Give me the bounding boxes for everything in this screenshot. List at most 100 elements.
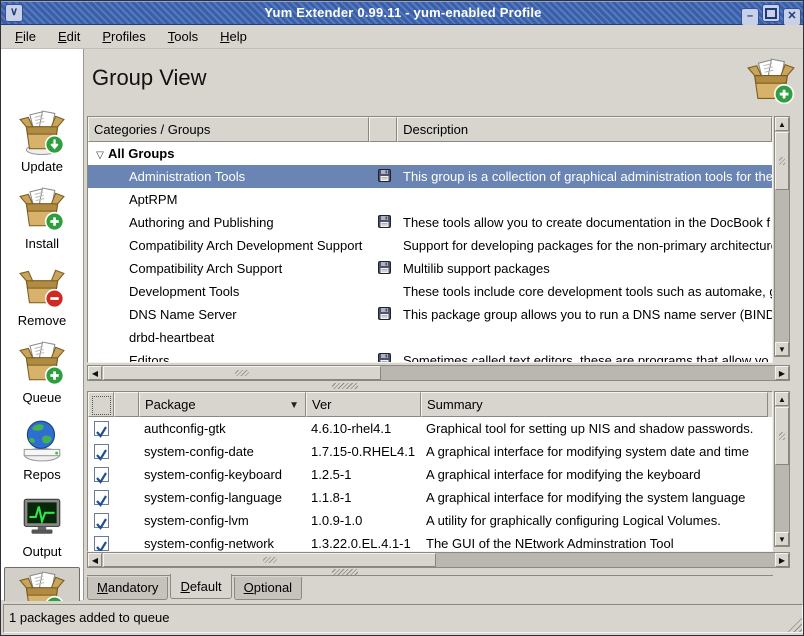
minimize-button[interactable]: – xyxy=(741,8,759,26)
group-tree-body: ▽All GroupsAdministration Tools This gro… xyxy=(88,142,772,362)
column-header-icon[interactable] xyxy=(369,117,397,142)
menu-edit[interactable]: Edit xyxy=(58,25,80,44)
group-label: AptRPM xyxy=(129,192,177,207)
sidebar-item-repos[interactable]: Repos xyxy=(4,415,80,491)
package-checkbox[interactable] xyxy=(94,421,109,436)
group-description xyxy=(398,326,772,349)
package-row[interactable]: authconfig-gtk4.6.10-rhel4.1Graphical to… xyxy=(88,417,772,440)
window-title: Yum Extender 0.99.11 - yum-enabled Profi… xyxy=(1,5,804,20)
group-label: drbd-heartbeat xyxy=(129,330,214,345)
vscroll-thumb[interactable] xyxy=(775,407,789,465)
close-button[interactable]: ✕ xyxy=(783,8,801,26)
hscroll-thumb[interactable] xyxy=(103,366,381,380)
group-row[interactable]: AptRPM xyxy=(88,188,772,211)
group-row[interactable]: drbd-heartbeat xyxy=(88,326,772,349)
sort-desc-icon: ▼ xyxy=(289,400,299,411)
package-checkbox[interactable] xyxy=(94,536,109,551)
scroll-left-icon[interactable]: ◀ xyxy=(88,366,102,380)
group-row[interactable]: Editors Sometimes called text editors, t… xyxy=(88,349,772,362)
column-header-ver[interactable]: Ver xyxy=(306,392,421,417)
menu-tools[interactable]: Tools xyxy=(168,25,198,44)
scroll-down-icon[interactable]: ▼ xyxy=(775,342,789,356)
package-row[interactable]: system-config-date1.7.15-0.RHEL4.1A grap… xyxy=(88,440,772,463)
package-summary: A graphical interface for modifying the … xyxy=(421,463,766,486)
group-description: These tools include core development too… xyxy=(398,280,772,303)
group-row[interactable]: Compatibility Arch Support Multilib supp… xyxy=(88,257,772,280)
package-checkbox[interactable] xyxy=(94,490,109,505)
package-table-header: Package▼ Ver Summary xyxy=(88,392,772,417)
menu-profiles[interactable]: Profiles xyxy=(102,25,145,44)
sidebar-item-update[interactable]: Update xyxy=(4,107,80,183)
queue-icon xyxy=(19,374,65,389)
scroll-down-icon[interactable]: ▼ xyxy=(775,532,789,546)
package-row[interactable]: system-config-language1.1.8-1A graphical… xyxy=(88,486,772,509)
column-header-categories[interactable]: Categories / Groups xyxy=(88,117,369,142)
package-version: 1.2.5-1 xyxy=(306,463,421,486)
floppy-disk-icon xyxy=(378,304,391,326)
package-name: system-config-language xyxy=(139,486,306,509)
package-name: system-config-keyboard xyxy=(139,463,306,486)
group-row[interactable]: Administration Tools This group is a col… xyxy=(88,165,772,188)
groups-icon xyxy=(747,57,795,108)
group-description: Multilib support packages xyxy=(398,257,772,280)
group-row[interactable]: Compatibility Arch Development SupportSu… xyxy=(88,234,772,257)
column-header-summary[interactable]: Summary xyxy=(421,392,768,417)
sidebar-item-label: Repos xyxy=(4,467,80,482)
package-version: 4.6.10-rhel4.1 xyxy=(306,417,421,440)
hscroll-thumb[interactable] xyxy=(103,553,436,567)
scroll-right-icon[interactable]: ▶ xyxy=(775,366,789,380)
tab-mandatory[interactable]: Mandatory xyxy=(87,577,168,600)
sidebar: Update Install Remove Queue Repos Output xyxy=(1,49,84,600)
scroll-up-icon[interactable]: ▲ xyxy=(775,117,789,131)
group-row[interactable]: Development Tools These tools include cor… xyxy=(88,280,772,303)
column-header-description[interactable]: Description xyxy=(397,117,772,142)
update-icon xyxy=(19,143,65,158)
group-label: Development Tools xyxy=(129,284,239,299)
group-tree-vscrollbar[interactable]: ▲ ▼ xyxy=(774,116,790,357)
package-row[interactable]: system-config-lvm1.0.9-1.0A utility for … xyxy=(88,509,772,532)
scroll-left-icon[interactable]: ◀ xyxy=(88,553,102,567)
package-summary: A utility for graphically configuring Lo… xyxy=(421,509,766,532)
repos-icon xyxy=(19,451,65,466)
sidebar-item-install[interactable]: Install xyxy=(4,184,80,260)
menu-help[interactable]: Help xyxy=(220,25,247,44)
column-header-spacer[interactable] xyxy=(114,392,139,417)
package-vscrollbar[interactable]: ▲ ▼ xyxy=(774,391,790,547)
sidebar-item-output[interactable]: Output xyxy=(4,492,80,568)
package-name: system-config-network xyxy=(139,532,306,551)
sidebar-item-label: Install xyxy=(4,236,80,251)
paned-resize-handle[interactable] xyxy=(332,383,358,389)
scroll-up-icon[interactable]: ▲ xyxy=(775,392,789,406)
package-row[interactable]: system-config-keyboard1.2.5-1A graphical… xyxy=(88,463,772,486)
output-icon xyxy=(19,528,65,543)
group-description xyxy=(398,142,772,165)
group-row[interactable]: DNS Name Server This package group allow… xyxy=(88,303,772,326)
group-row[interactable]: ▽All Groups xyxy=(88,142,772,165)
group-description: Sometimes called text editors, these are… xyxy=(398,349,772,362)
group-description: This group is a collection of graphical … xyxy=(398,165,772,188)
menu-file[interactable]: File xyxy=(15,25,36,44)
main-content: Group View Categories / Groups Descripti… xyxy=(85,49,804,600)
sidebar-item-queue[interactable]: Queue xyxy=(4,338,80,414)
expander-open-icon[interactable]: ▽ xyxy=(92,144,108,165)
package-version: 1.3.22.0.EL.4.1-1 xyxy=(306,532,421,551)
maximize-button[interactable] xyxy=(762,4,780,22)
vscroll-thumb[interactable] xyxy=(775,132,789,190)
package-hscrollbar[interactable]: ◀ ▶ xyxy=(87,552,790,568)
package-checkbox[interactable] xyxy=(94,513,109,528)
group-row[interactable]: Authoring and Publishing These tools all… xyxy=(88,211,772,234)
group-tree-hscrollbar[interactable]: ◀ ▶ xyxy=(87,365,790,381)
titlebar[interactable]: ∨ Yum Extender 0.99.11 - yum-enabled Pro… xyxy=(1,1,804,25)
package-checkbox[interactable] xyxy=(94,444,109,459)
package-row[interactable]: system-config-network1.3.22.0.EL.4.1-1Th… xyxy=(88,532,772,551)
package-checkbox[interactable] xyxy=(94,467,109,482)
sidebar-item-remove[interactable]: Remove xyxy=(4,261,80,337)
column-header-checkbox[interactable] xyxy=(88,392,114,417)
tab-optional[interactable]: Optional xyxy=(234,577,302,600)
remove-icon xyxy=(19,297,65,312)
column-header-package[interactable]: Package▼ xyxy=(139,392,306,417)
tab-bar: MandatoryDefaultOptional xyxy=(87,575,803,601)
scroll-right-icon[interactable]: ▶ xyxy=(775,553,789,567)
install-icon xyxy=(19,220,65,235)
tab-default[interactable]: Default xyxy=(170,574,231,599)
